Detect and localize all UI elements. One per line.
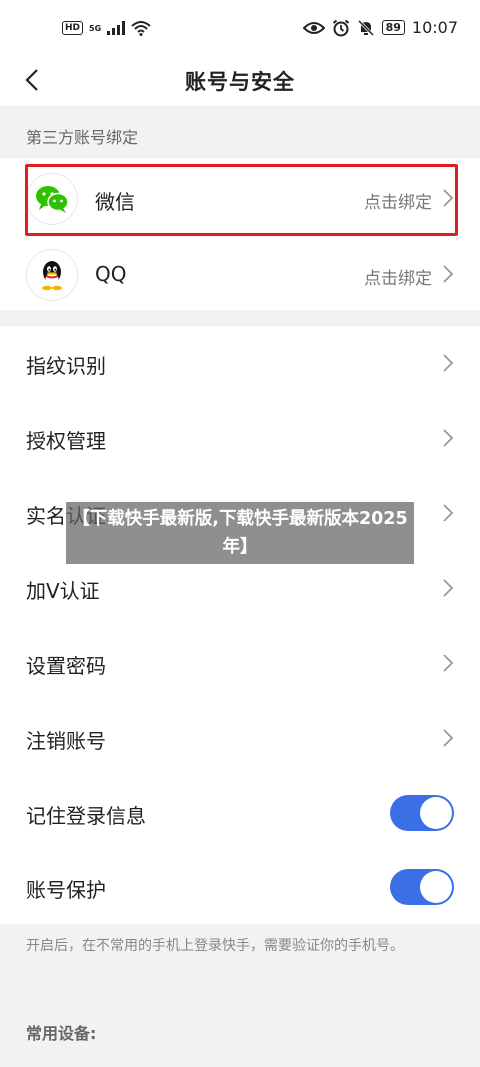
chevron-right-icon	[443, 579, 454, 597]
status-bar: HD 5G 89 10:07	[0, 0, 480, 58]
chevron-right-icon	[443, 189, 454, 207]
wechat-label: 微信	[95, 190, 135, 214]
wifi-icon	[131, 21, 151, 36]
qq-bind-row[interactable]: QQ 点击绑定	[0, 236, 480, 312]
chevron-right-icon	[443, 729, 454, 747]
toggle-knob	[420, 797, 452, 829]
toggle-label: 记住登录信息	[26, 804, 146, 828]
hd-badge: HD	[62, 21, 84, 35]
wechat-bind-row[interactable]: 微信 点击绑定	[0, 160, 480, 236]
settings-item-label: 加V认证	[26, 579, 100, 603]
chevron-right-icon	[443, 429, 454, 447]
chevron-right-icon	[443, 654, 454, 672]
remember-login-toggle[interactable]	[390, 795, 454, 831]
network-type: 5G	[89, 23, 102, 33]
settings-item-label: 指纹识别	[26, 354, 106, 378]
qq-icon	[42, 261, 62, 291]
alarm-icon	[332, 19, 349, 36]
qq-label: QQ	[95, 262, 127, 286]
eye-icon	[302, 21, 325, 34]
third-party-accounts: 微信 点击绑定 QQ 点击绑定	[0, 158, 480, 310]
account-protection-row: 账号保护	[0, 850, 480, 925]
toggle-knob	[420, 871, 452, 903]
battery-indicator: 89	[381, 20, 405, 35]
wechat-icon	[36, 186, 69, 213]
wechat-logo	[26, 173, 78, 225]
settings-item-label: 注销账号	[26, 729, 106, 753]
fingerprint-row[interactable]: 指纹识别	[0, 326, 480, 401]
protection-footnote: 开启后，在不常用的手机上登录快手，需要验证你的手机号。	[26, 938, 404, 954]
qq-logo	[26, 249, 78, 301]
mute-bell-icon	[357, 19, 374, 36]
set-password-row[interactable]: 设置密码	[0, 626, 480, 701]
toggle-label: 账号保护	[26, 878, 106, 902]
third-party-header: 第三方账号绑定	[26, 128, 139, 147]
page-title: 账号与安全	[185, 70, 295, 94]
settings-item-label: 授权管理	[26, 429, 106, 453]
chevron-right-icon	[443, 354, 454, 372]
settings-item-label: 设置密码	[26, 654, 106, 678]
common-devices-header: 常用设备:	[26, 1024, 97, 1043]
watermark-overlay: 【下载快手最新版,下载快手最新版本2025年】	[66, 502, 414, 564]
clock: 10:07	[411, 18, 458, 37]
chevron-right-icon	[443, 265, 454, 283]
wechat-bind-action: 点击绑定	[364, 193, 432, 213]
signal-icon	[107, 21, 126, 35]
account-protection-toggle[interactable]	[390, 869, 454, 905]
delete-account-row[interactable]: 注销账号	[0, 701, 480, 776]
authorization-row[interactable]: 授权管理	[0, 401, 480, 476]
remember-login-row: 记住登录信息	[0, 776, 480, 851]
status-right: 89 10:07	[302, 18, 458, 37]
security-settings-list: 指纹识别 授权管理 实名认证 加V认证 设置密码 注销账号 记住登录信息 账号保…	[0, 326, 480, 924]
qq-bind-action: 点击绑定	[364, 269, 432, 289]
status-left: HD 5G	[62, 20, 151, 36]
nav-bar: 账号与安全	[0, 58, 480, 106]
chevron-right-icon	[443, 504, 454, 522]
